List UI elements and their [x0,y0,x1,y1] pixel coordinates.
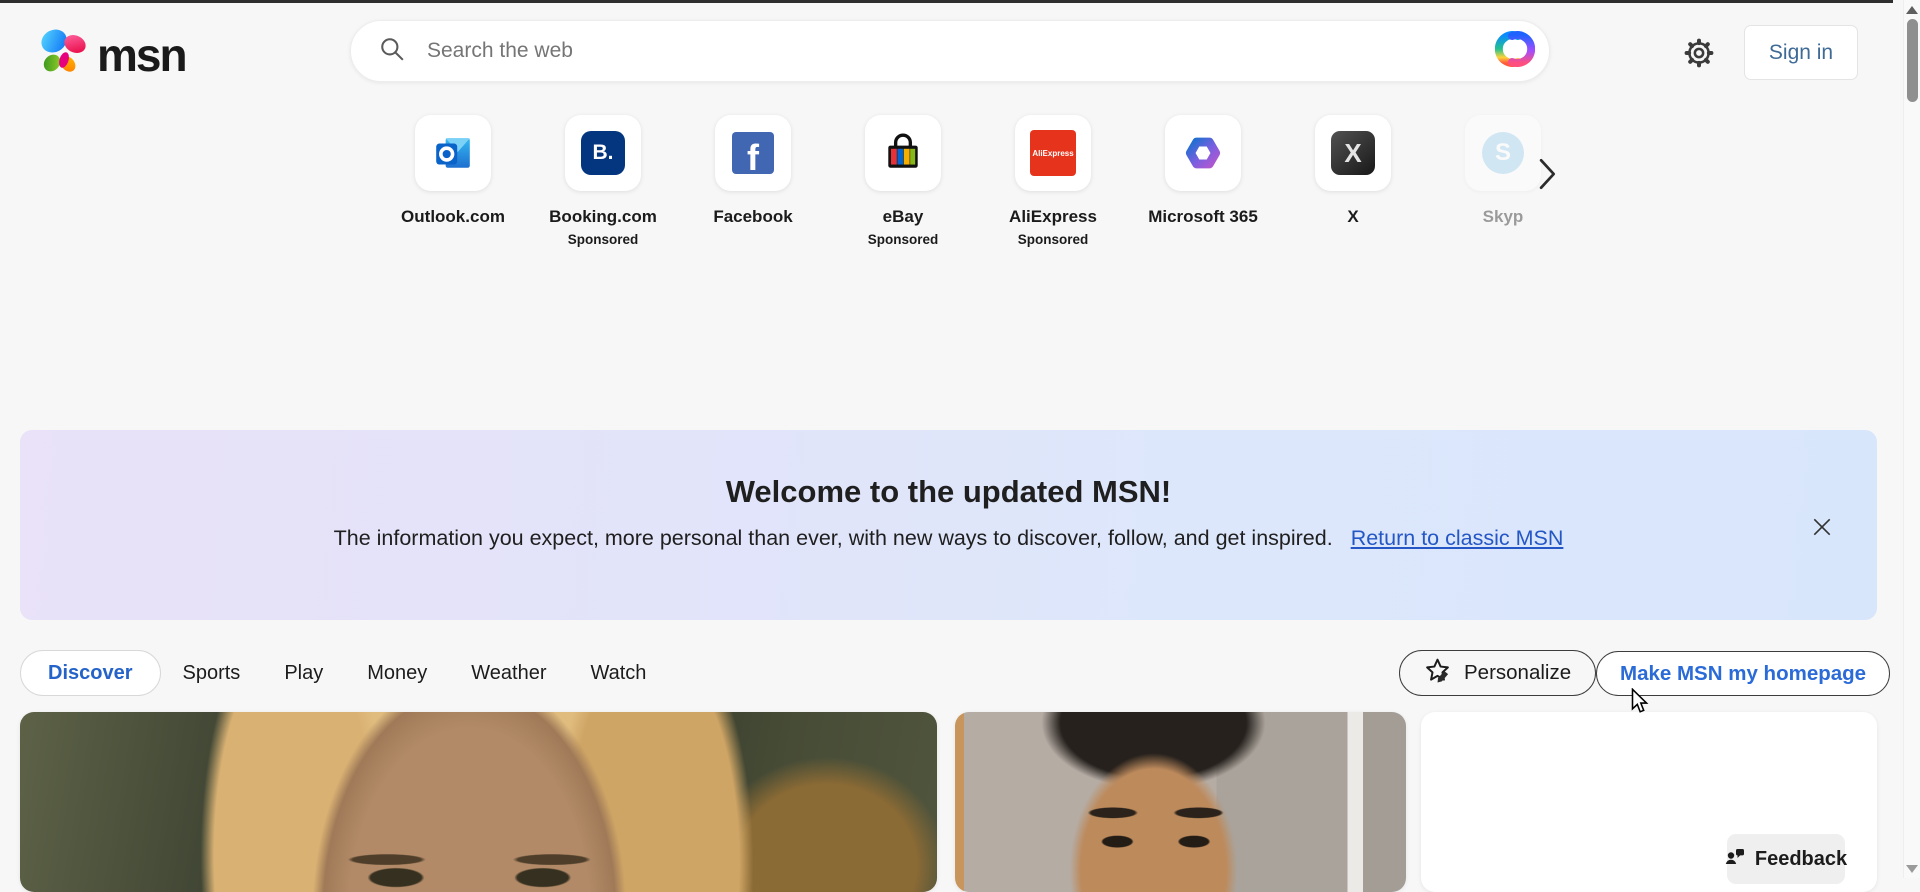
quick-link-label: Microsoft 365 [1148,207,1258,226]
welcome-banner: Welcome to the updated MSN! The informat… [20,430,1877,620]
woman-photo-image [20,712,937,892]
microsoft365-icon [1165,115,1241,191]
facebook-icon-letter: f [747,136,759,174]
quick-link-label: AliExpress [1009,207,1097,226]
quick-link-x[interactable]: X X [1278,115,1428,247]
sponsored-badge: Sponsored [567,232,639,247]
quick-link-label: Skyp [1482,207,1524,226]
tab-sports[interactable]: Sports [161,662,263,685]
quick-link-label: X [1347,207,1359,226]
msn-butterfly-icon [37,26,93,83]
feedback-label: Feedback [1754,847,1848,870]
tab-label: Weather [471,661,547,684]
chevron-right-icon [1539,158,1556,190]
search-icon [379,36,405,67]
aliexpress-icon: AliExpress [1015,115,1091,191]
msn-logo[interactable]: msn [37,26,188,83]
quick-link-label: eBay [882,207,924,226]
scrollbar-thumb[interactable] [1907,19,1918,102]
quick-link-outlook[interactable]: Outlook.com [378,115,528,247]
x-icon: X [1315,115,1391,191]
tab-label: Money [367,661,428,684]
section-nav: Discover Sports Play Money Weather Watch [20,650,668,696]
tab-label: Sports [182,661,241,684]
quick-link-aliexpress[interactable]: AliExpress AliExpress Sponsored [978,115,1128,247]
x-icon-letter: X [1344,137,1362,168]
sign-in-label: Sign in [1768,40,1834,64]
quick-link-booking[interactable]: B. Booking.com Sponsored [528,115,678,247]
make-msn-homepage-button[interactable]: Make MSN my homepage [1596,651,1891,696]
personalize-label: Personalize [1464,661,1572,684]
outlook-icon [415,115,491,191]
personalize-star-pen-icon [1424,657,1451,690]
msn-logo-text: msn [97,28,188,81]
ebay-icon [865,115,941,191]
sign-in-button[interactable]: Sign in [1744,25,1858,80]
quick-links-carousel: Outlook.com B. Booking.com Sponsored f F… [378,115,1578,247]
copilot-icon[interactable] [1494,29,1536,74]
banner-subtitle: The information you expect, more persona… [333,526,1333,550]
homepage-label: Make MSN my homepage [1620,661,1867,685]
tab-label: Play [284,661,324,684]
article-card-woman-photo[interactable] [20,712,937,892]
sponsored-badge: Sponsored [1017,232,1089,247]
booking-icon: B. [565,115,641,191]
carousel-next-button[interactable] [1538,158,1558,195]
tab-discover[interactable]: Discover [20,650,161,696]
aliexpress-icon-text: AliExpress [1032,148,1074,158]
facebook-icon: f [715,115,791,191]
tab-weather[interactable]: Weather [449,662,568,685]
feedback-icon [1725,846,1745,872]
booking-icon-letter: B. [592,141,614,164]
quick-link-facebook[interactable]: f Facebook [678,115,828,247]
skype-icon: S [1465,115,1541,191]
banner-title: Welcome to the updated MSN! [725,474,1172,509]
search-bar[interactable] [350,20,1550,82]
tab-money[interactable]: Money [345,662,449,685]
scrollbar-down-arrow[interactable] [1906,865,1918,873]
article-card-boy-photo[interactable] [955,712,1406,892]
quick-link-ebay[interactable]: eBay Sponsored [828,115,978,247]
tab-label: Watch [590,661,647,684]
window-top-edge [0,0,1893,3]
tab-play[interactable]: Play [262,662,345,685]
sponsored-badge: Sponsored [867,232,939,247]
feedback-button[interactable]: Feedback [1725,834,1848,884]
scrollbar-up-arrow[interactable] [1906,6,1918,14]
skype-icon-letter: S [1494,139,1511,166]
tab-watch[interactable]: Watch [568,662,668,685]
tab-label: Discover [48,661,133,684]
personalize-button[interactable]: Personalize [1399,650,1597,696]
close-icon [1813,518,1831,536]
return-to-classic-msn-link[interactable]: Return to classic MSN [1351,526,1564,551]
page-scrollbar[interactable] [1903,0,1920,878]
settings-gear-icon[interactable] [1683,37,1715,69]
quick-link-label: Facebook [713,207,793,226]
quick-link-microsoft365[interactable]: Microsoft 365 [1128,115,1278,247]
search-input[interactable] [425,38,1495,64]
boy-photo-image [955,712,1406,892]
banner-close-button[interactable] [1811,516,1835,540]
quick-link-label: Outlook.com [401,207,505,226]
quick-link-label: Booking.com [549,207,657,226]
